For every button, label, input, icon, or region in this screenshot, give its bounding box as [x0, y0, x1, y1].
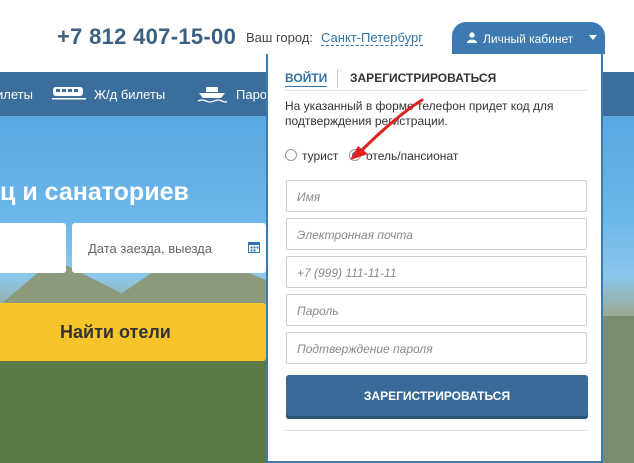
tab-login[interactable]: ВОЙТИ — [285, 71, 328, 87]
name-placeholder: Имя — [297, 190, 321, 204]
calendar-icon[interactable] — [248, 241, 260, 253]
chevron-down-icon — [589, 35, 597, 40]
password-placeholder: Пароль — [297, 304, 339, 318]
hero-title: ц и санаториев — [0, 178, 189, 206]
email-field[interactable]: Электронная почта — [286, 218, 587, 250]
registration-info-text: На указанный в форме телефон придет код … — [285, 99, 554, 128]
annotation-arrow-icon — [350, 98, 424, 160]
city-label: Ваш город: — [246, 30, 313, 45]
email-placeholder: Электронная почта — [297, 228, 413, 242]
date-range-input[interactable]: Дата заезда, выезда — [72, 223, 266, 273]
tab-divider — [337, 69, 338, 87]
ferry-icon — [197, 87, 227, 103]
radio-tourist[interactable] — [285, 149, 297, 161]
date-range-placeholder: Дата заезда, выезда — [88, 241, 212, 256]
password-confirm-field[interactable]: Подтверждение пароля — [286, 332, 587, 364]
password-confirm-placeholder: Подтверждение пароля — [297, 342, 433, 356]
personal-cabinet-button[interactable]: Личный кабинет — [452, 22, 605, 54]
panel-bottom-divider — [285, 430, 587, 431]
find-hotels-button[interactable]: Найти отели — [0, 303, 266, 361]
phone-placeholder: +7 (999) 111-11-11 — [297, 266, 397, 280]
register-submit-label: ЗАРЕГИСТРИРОВАТЬСЯ — [363, 389, 511, 403]
name-field[interactable]: Имя — [286, 180, 587, 212]
registration-dropdown: ВОЙТИ ЗАРЕГИСТРИРОВАТЬСЯ На указанный в … — [266, 54, 603, 463]
phone-field[interactable]: +7 (999) 111-11-11 — [286, 256, 587, 288]
phone-number[interactable]: +7 812 407-15-00 — [57, 24, 236, 50]
nav-item-bus-tickets[interactable]: илеты — [0, 87, 33, 102]
register-submit-button[interactable]: ЗАРЕГИСТРИРОВАТЬСЯ — [286, 375, 588, 419]
user-icon — [467, 32, 477, 43]
nav-item-train-tickets[interactable]: Ж/д билеты — [94, 87, 165, 102]
city-selector-link[interactable]: Санкт-Петербург — [321, 30, 423, 46]
password-field[interactable]: Пароль — [286, 294, 587, 326]
find-hotels-label: Найти отели — [60, 322, 171, 342]
tabs-divider-line — [285, 90, 587, 91]
train-icon — [52, 87, 86, 100]
radio-tourist-label[interactable]: турист — [302, 149, 338, 163]
nav-item-ferry-tickets[interactable]: Паро — [236, 87, 267, 102]
tab-register[interactable]: ЗАРЕГИСТРИРОВАТЬСЯ — [350, 71, 496, 85]
destination-input[interactable] — [0, 223, 66, 273]
personal-cabinet-label: Личный кабинет — [483, 32, 574, 46]
